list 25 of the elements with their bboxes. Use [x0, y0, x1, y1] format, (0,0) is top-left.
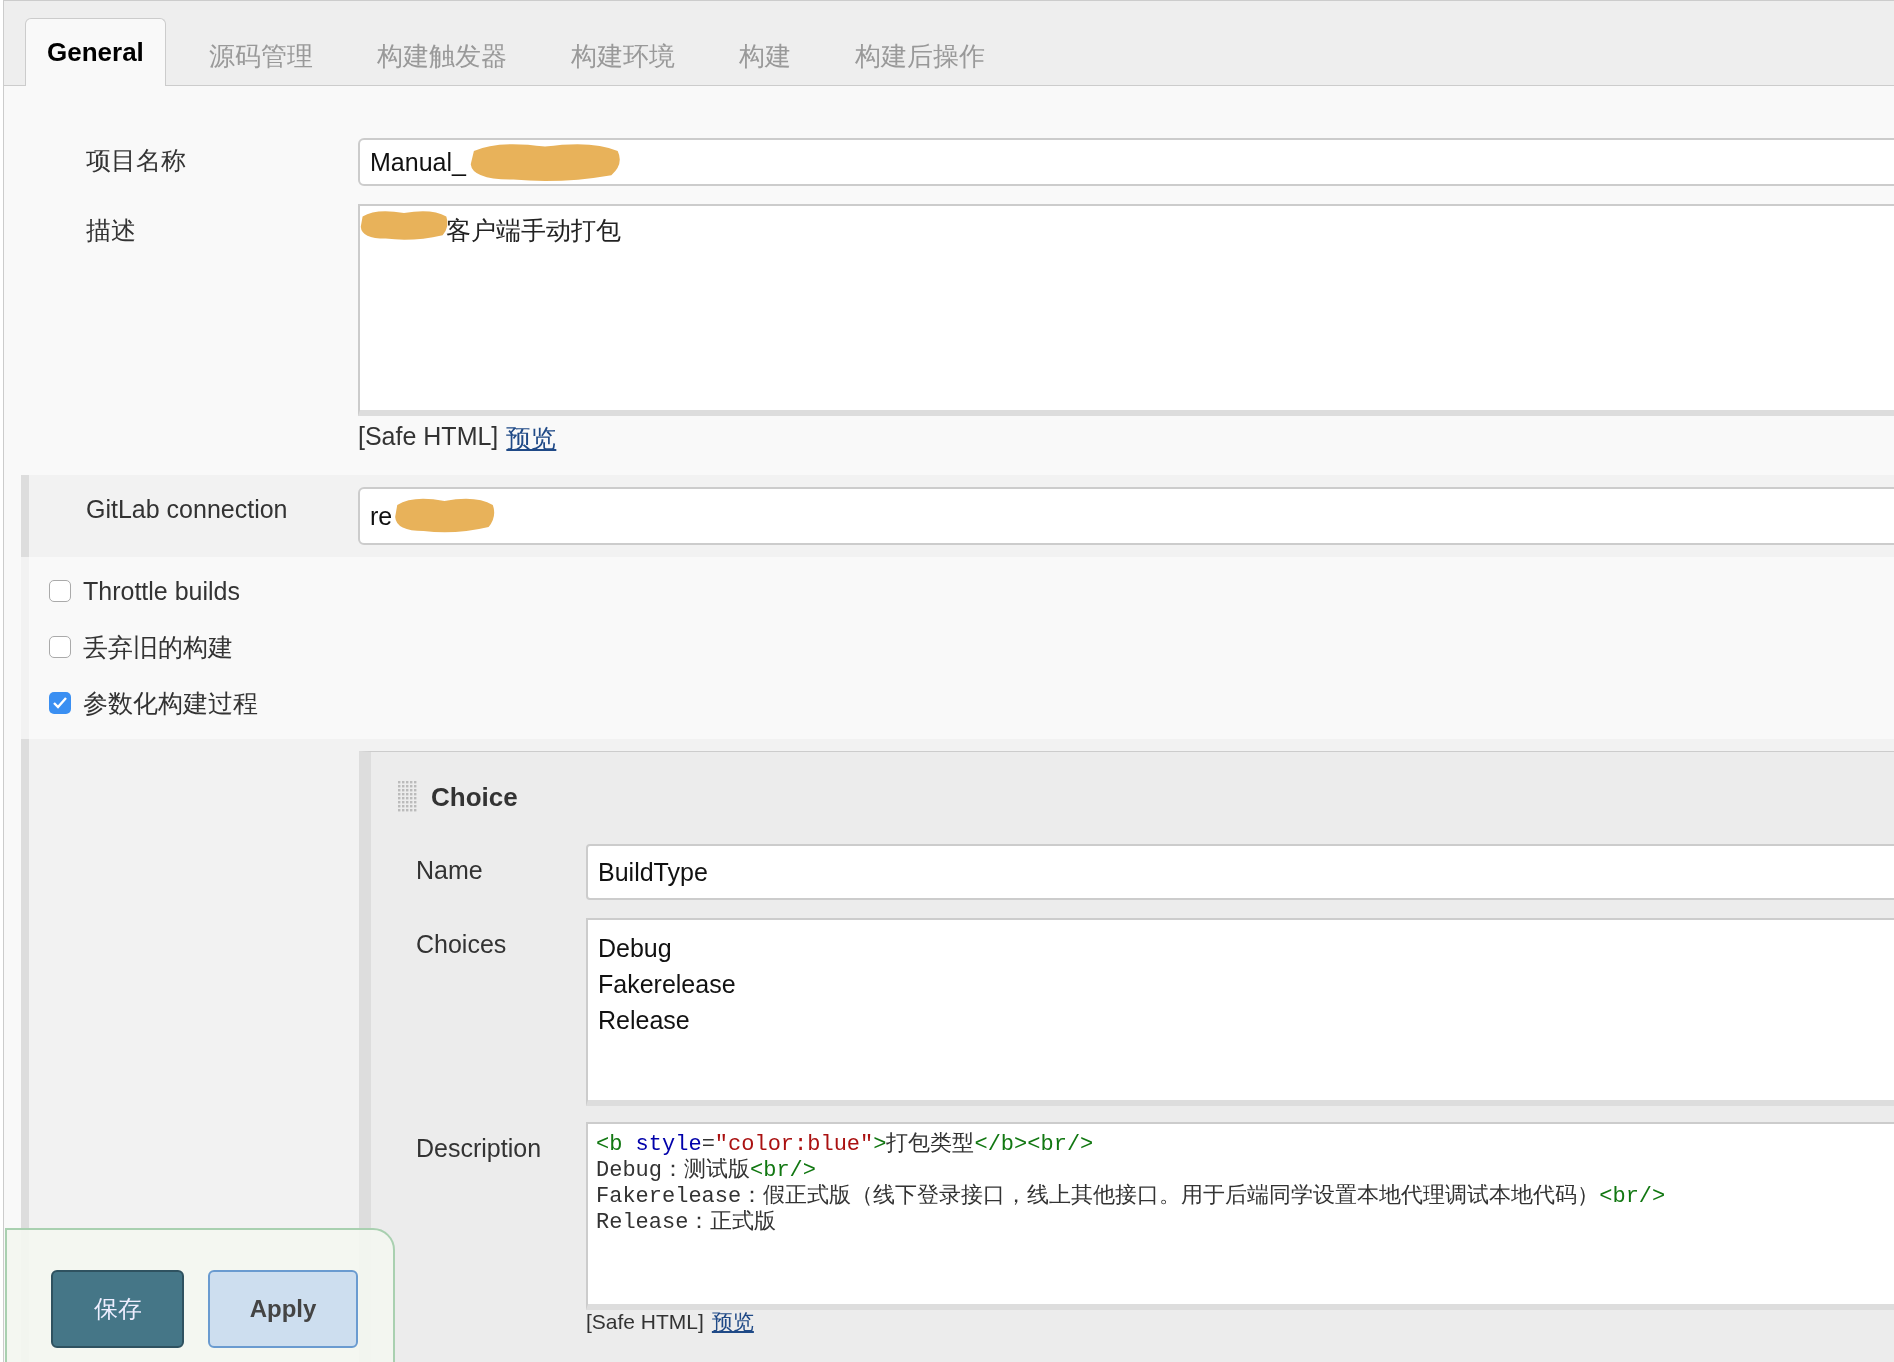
field-label: 描述 — [85, 215, 137, 246]
preview-link[interactable]: 预览 — [711, 1310, 754, 1334]
safe-html-note: [Safe HTML] — [358, 422, 499, 452]
input-field[interactable]: BuildType — [586, 844, 1894, 900]
checkbox-option[interactable]: 参数化构建过程 — [29, 675, 1894, 731]
preview-link[interactable]: 预览 — [506, 422, 557, 455]
field-label: Choices — [415, 930, 508, 959]
field-label: 项目名称 — [85, 145, 187, 176]
field-label: Description — [415, 1134, 543, 1163]
input-field[interactable]: re — [358, 487, 1894, 545]
apply-button[interactable]: Apply — [208, 1270, 358, 1348]
drag-handle-icon[interactable] — [397, 780, 419, 814]
parameter-title: Choice — [431, 781, 518, 813]
field-label: Name — [415, 856, 484, 885]
input-field[interactable]: Manual_ — [358, 138, 1894, 186]
safe-html-note: [Safe HTML] — [586, 1310, 704, 1334]
choices-field[interactable]: Debug Fakerelease Release — [586, 918, 1894, 1106]
save-button[interactable]: 保存 — [51, 1270, 184, 1348]
checkbox-option[interactable]: Throttle builds — [29, 563, 1894, 619]
description-field[interactable]: 客户端手动打包 — [358, 204, 1894, 416]
check-icon — [52, 696, 68, 710]
checkbox-option[interactable]: 丢弃旧的构建 — [29, 619, 1894, 675]
tab[interactable]: General — [25, 18, 166, 86]
field-label: GitLab connection — [85, 495, 289, 524]
code-field[interactable]: <b style="color:blue">打包类型</b><br/> Debug：测试版<br/> Fakerelease：假正式版（线下登录接口，线上其他接口。用于后端同学设置本地代理调试本地代码）<br/> Release：正式版 — [586, 1122, 1894, 1310]
